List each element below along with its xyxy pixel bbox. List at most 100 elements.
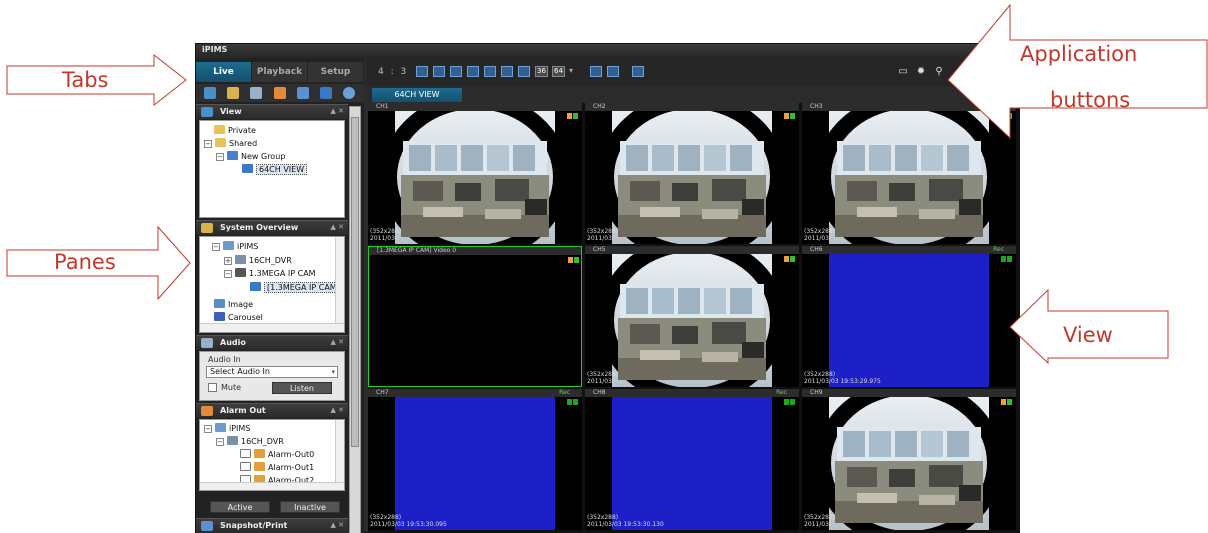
- layout-16-icon[interactable]: [518, 66, 530, 77]
- pane-controls[interactable]: ▲ ✕: [331, 107, 344, 115]
- view-area: CH1 (352x288) 2011/03/CH2 (352x288) 2011/03/…: [368, 103, 1020, 533]
- tree-item-16ch-dvr[interactable]: +16CH_DVR: [224, 255, 292, 267]
- tree-item-ip-cam-video[interactable]: [1.3MEGA IP CAM]: [250, 282, 343, 294]
- camera-cell[interactable]: CH3 (352x288) 2011/03/: [802, 103, 1016, 244]
- next-page-icon[interactable]: [632, 66, 644, 77]
- collapse-icon[interactable]: −: [216, 153, 224, 161]
- tree-item-ipims[interactable]: − iPIMS: [212, 241, 258, 253]
- tab-setup[interactable]: Setup: [308, 62, 364, 82]
- alarm-out-icon[interactable]: [274, 87, 286, 99]
- collapse-icon[interactable]: −: [204, 140, 212, 148]
- mute-checkbox[interactable]: [208, 383, 217, 392]
- view-pane-header[interactable]: View ▲ ✕: [196, 104, 348, 119]
- alarm-checkbox[interactable]: [240, 449, 251, 458]
- layout-4-icon[interactable]: [433, 66, 445, 77]
- window-controls[interactable]: _□×: [984, 45, 1014, 54]
- tree-item-shared[interactable]: − Shared: [204, 138, 257, 150]
- alarm-out-header[interactable]: Alarm Out ▲ ✕: [196, 403, 348, 418]
- layout-dropdown-icon[interactable]: ▾: [569, 66, 573, 75]
- listen-button[interactable]: Listen: [272, 382, 332, 394]
- resolution-label: (352x288): [370, 514, 402, 521]
- collapse-icon[interactable]: −: [212, 243, 220, 251]
- keyboard-icon[interactable]: ▭: [898, 67, 908, 77]
- channel-label: CH8: [593, 389, 606, 396]
- camera-cell[interactable]: CH1 (352x288) 2011/03/: [368, 103, 582, 244]
- camera-cell[interactable]: CH2 (352x288) 2011/03/: [585, 103, 799, 244]
- tab-live[interactable]: Live: [196, 62, 252, 82]
- ptz-icon[interactable]: [343, 87, 355, 99]
- minimize-icon[interactable]: _: [984, 45, 992, 54]
- system-overview-header[interactable]: System Overview ▲ ✕: [196, 220, 348, 235]
- alarm-tree-item-out1[interactable]: Alarm-Out1: [240, 462, 314, 474]
- camera-video: [598, 103, 786, 244]
- aspect-ratio-button[interactable]: 4 : 3: [378, 67, 408, 77]
- maximize-icon[interactable]: □: [992, 45, 1004, 54]
- tree-item-image[interactable]: Image: [214, 299, 253, 311]
- tree-horizontal-scrollbar[interactable]: [200, 323, 344, 332]
- view-pane-icon[interactable]: [204, 87, 216, 99]
- audio-icon: [201, 338, 213, 348]
- audio-pane-header[interactable]: Audio ▲ ✕: [196, 335, 348, 350]
- audio-in-label: Audio In: [208, 355, 241, 364]
- pane-controls[interactable]: ▲ ✕: [331, 338, 344, 346]
- audio-in-select[interactable]: Select Audio In ▾: [206, 366, 338, 378]
- expand-icon[interactable]: +: [224, 257, 232, 265]
- scroll-thumb[interactable]: [351, 117, 359, 447]
- resolution-label: (352x288): [587, 371, 619, 378]
- display-icon[interactable]: [320, 87, 332, 99]
- active-button[interactable]: Active: [210, 501, 270, 513]
- tab-bar: Live Playback Setup: [196, 62, 364, 82]
- tab-64ch-view[interactable]: 64CH VIEW: [372, 88, 462, 102]
- left-panel-scrollbar[interactable]: [349, 106, 361, 533]
- carousel-icon: [214, 312, 225, 321]
- camera-cell[interactable]: CH7 Rec (352x288) 2011/03/03 19:53:30.095: [368, 389, 582, 530]
- close-icon[interactable]: ×: [1003, 45, 1014, 54]
- layout-8-icon[interactable]: [467, 66, 479, 77]
- camera-header: CH6 Rec: [802, 246, 1016, 262]
- camera-icon: [250, 282, 261, 291]
- status-indicator: [1000, 247, 1014, 262]
- pane-controls[interactable]: ▲ ✕: [331, 521, 344, 529]
- snapshot-icon[interactable]: [297, 87, 309, 99]
- gear-icon[interactable]: ✹: [916, 67, 926, 77]
- camera-cell[interactable]: CH6 Rec (352x288) 2011/03/03 19:53:29.975: [802, 246, 1016, 387]
- tree-item-64ch-view[interactable]: 64CH VIEW: [242, 164, 308, 176]
- inactive-button[interactable]: Inactive: [280, 501, 340, 513]
- pane-controls[interactable]: ▲ ✕: [331, 223, 344, 231]
- alarm-vertical-scrollbar[interactable]: [335, 420, 344, 482]
- dual-view-icon[interactable]: [607, 66, 619, 77]
- alarm-checkbox[interactable]: [240, 462, 251, 471]
- timestamp-label: 2011/03/03 19:53:29.975: [804, 378, 881, 385]
- camera-cell[interactable]: CH9 (352x288) 2011/03/: [802, 389, 1016, 530]
- layout-9-icon[interactable]: [484, 66, 496, 77]
- collapse-icon[interactable]: −: [216, 438, 224, 446]
- panes-annotation: Panes: [54, 250, 116, 274]
- audio-icon[interactable]: [250, 87, 262, 99]
- tree-item-new-group[interactable]: − New Group: [216, 151, 285, 163]
- tab-playback[interactable]: Playback: [252, 62, 308, 82]
- collapse-icon[interactable]: −: [204, 425, 212, 433]
- camera-cell[interactable]: CH5 (352x288) 2011/03/: [585, 246, 799, 387]
- layout-6-icon[interactable]: [450, 66, 462, 77]
- snapshot-pane-header[interactable]: Snapshot/Print ▲ ✕: [196, 518, 348, 533]
- system-overview-icon[interactable]: [227, 87, 239, 99]
- alarm-tree-item-ipims[interactable]: − iPIMS: [204, 423, 250, 435]
- pane-controls[interactable]: ▲ ✕: [331, 406, 344, 414]
- camera-cell[interactable]: CH8 Rec (352x288) 2011/03/03 19:53:30.130: [585, 389, 799, 530]
- alarm-horizontal-scrollbar[interactable]: [200, 482, 344, 490]
- search-icon[interactable]: ⚲: [934, 67, 944, 77]
- alarm-tree-item-out0[interactable]: Alarm-Out0: [240, 449, 314, 461]
- tree-vertical-scrollbar[interactable]: [335, 237, 344, 323]
- chevron-down-icon: ▾: [331, 368, 335, 376]
- layout-1-icon[interactable]: [416, 66, 428, 77]
- fullscreen-icon[interactable]: [590, 66, 602, 77]
- collapse-icon[interactable]: −: [224, 270, 232, 278]
- alarm-tree-item-16ch-dvr[interactable]: −16CH_DVR: [216, 436, 284, 448]
- tree-item-private[interactable]: Private: [214, 125, 256, 137]
- layout-36-button[interactable]: 36: [535, 66, 548, 77]
- camera-cell[interactable]: [1.3MEGA IP CAM] Video 0: [368, 246, 582, 387]
- camera-info: (352x288) 2011/03/: [804, 228, 835, 242]
- layout-64-button[interactable]: 64: [552, 66, 565, 77]
- tree-item-ip-cam[interactable]: −1.3MEGA IP CAM: [224, 268, 316, 280]
- layout-10-icon[interactable]: [501, 66, 513, 77]
